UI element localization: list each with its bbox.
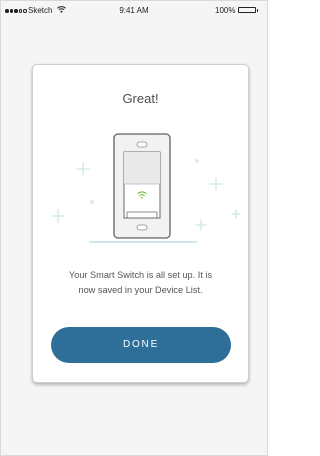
setup-complete-message: Your Smart Switch is all set up. It is n… — [33, 268, 248, 298]
smart-switch-illustration — [51, 133, 241, 243]
smart-switch-icon — [113, 133, 171, 239]
status-bar: Sketch 9:41 AM 100% — [1, 1, 267, 25]
message-line: Your Smart Switch is all set up. It is — [68, 270, 213, 280]
app-screen: Sketch 9:41 AM 100% Great! Your Smart Sw… — [0, 0, 268, 456]
success-dialog: Great! Your Smart Switch is all set up. … — [32, 64, 249, 383]
battery-icon — [238, 7, 258, 13]
done-button[interactable]: DONE — [51, 327, 231, 363]
battery-percentage: 100% — [215, 6, 236, 15]
floor-line — [89, 241, 197, 243]
message-line: now saved in your Device List. — [78, 285, 203, 295]
